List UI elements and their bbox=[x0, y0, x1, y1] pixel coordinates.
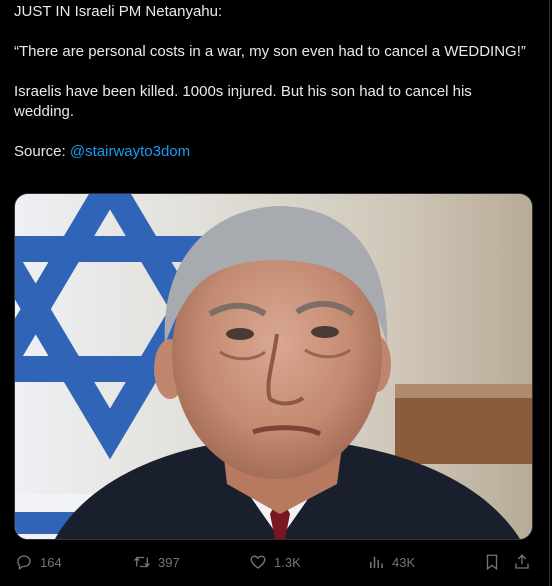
views-icon bbox=[366, 552, 386, 572]
reply-count: 164 bbox=[40, 554, 62, 570]
photo-portrait bbox=[15, 194, 532, 539]
views-button[interactable]: 43K bbox=[366, 548, 415, 576]
reply-button[interactable]: 164 bbox=[14, 548, 62, 576]
views-count: 43K bbox=[392, 554, 416, 570]
like-icon bbox=[248, 552, 268, 572]
reply-icon bbox=[14, 552, 34, 572]
tweet-photo[interactable] bbox=[14, 193, 533, 540]
source-label: Source: bbox=[14, 143, 70, 160]
tweet-quote: “There are personal costs in a war, my s… bbox=[14, 43, 526, 60]
bookmark-button[interactable] bbox=[482, 548, 502, 576]
tweet-source: Source: @stairwayto3dom bbox=[14, 142, 534, 162]
timeline-border bbox=[549, 0, 550, 586]
repost-count: 397 bbox=[158, 554, 180, 570]
tweet-body: Israelis have been killed. 1000s injured… bbox=[14, 83, 472, 120]
bookmark-icon bbox=[482, 552, 502, 572]
share-icon bbox=[512, 552, 532, 572]
like-count: 1.3K bbox=[274, 554, 301, 570]
share-button[interactable] bbox=[512, 548, 532, 576]
repost-icon bbox=[132, 552, 152, 572]
tweet-text: JUST IN Israeli PM Netanyahu: “There are… bbox=[14, 2, 534, 162]
repost-button[interactable]: 397 bbox=[132, 548, 180, 576]
tweet-headline: JUST IN Israeli PM Netanyahu: bbox=[14, 3, 223, 20]
like-button[interactable]: 1.3K bbox=[248, 548, 301, 576]
tweet-action-bar: 164 397 1.3K 43K bbox=[0, 548, 552, 576]
source-mention-link[interactable]: @stairwayto3dom bbox=[70, 143, 190, 160]
